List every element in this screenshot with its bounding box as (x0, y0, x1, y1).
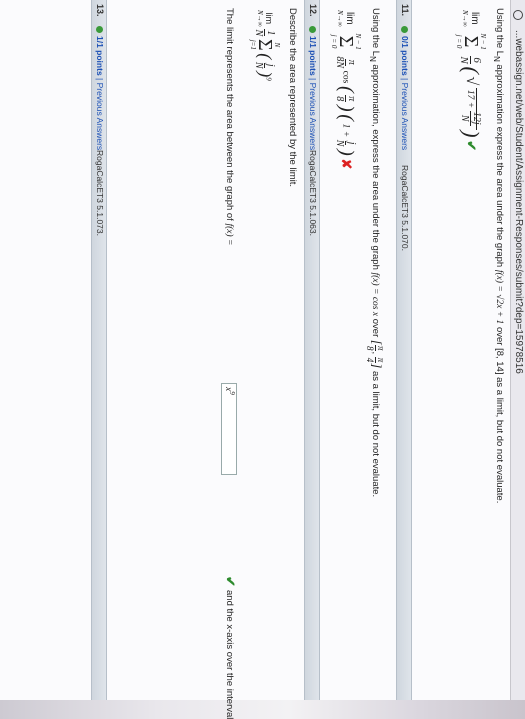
url-text[interactable]: ...webassign.net/web/Student/Assignment-… (513, 30, 524, 374)
q11-prompt: Using the LN approximation, express the … (365, 8, 386, 498)
q10-answer: lim N→∞ N − 1 Σ j = 0 6N ( √ 17 + 12j N )… (455, 10, 487, 152)
q10-function: f(x) = √2x + 1 (494, 269, 504, 325)
q10-prompt: Using the LN approximation express the a… (492, 8, 505, 504)
sigma-icon: Σ (460, 35, 482, 48)
q13-header: 13. 1/1 points | Previous Answers RogaCa… (91, 0, 107, 700)
q11-points[interactable]: 0/1 points | Previous Answers (400, 26, 410, 150)
q13-points[interactable]: 1/1 points | Previous Answers (95, 26, 105, 150)
rotated-page: ...webassign.net/web/Student/Assignment-… (0, 0, 525, 719)
q12-prompt: Describe the area represented by the lim… (287, 8, 298, 188)
fx-answer-input[interactable]: x9 (221, 383, 237, 475)
address-bar[interactable]: ...webassign.net/web/Student/Assignment-… (510, 0, 525, 700)
reload-icon[interactable] (513, 10, 523, 20)
q11-number: 11. (400, 4, 410, 17)
q11-ref: RogaCalcET3 5.1.070. (400, 165, 410, 251)
q12-limit: lim N→∞ 1N N Σ j=1 ( jN )9 (249, 10, 281, 81)
q12-header: 12. 1/1 points | Previous Answers RogaCa… (304, 0, 320, 700)
q12-statement: The limit represents the area between th… (224, 8, 235, 246)
incorrect-x-icon: ✘ (339, 158, 354, 170)
correct-check-icon: ✔ (223, 576, 238, 587)
points-dot-icon (308, 26, 316, 33)
limit-subscript: N→∞ (461, 10, 470, 27)
points-dot-icon (400, 26, 408, 33)
coef-fraction: 6N (458, 56, 484, 64)
q11-answer: lim N→∞ N − 1 Σ j = 0 π 8N cos ( π8 ) ( 1… (330, 10, 362, 170)
sum-lower: j = 0 (455, 34, 463, 49)
sigma-icon: Σ (335, 35, 357, 48)
q10-interval: [8, 14] (494, 348, 505, 375)
q11-header: 11. 0/1 points | Previous Answers RogaCa… (396, 0, 412, 700)
sigma-icon: Σ (254, 38, 276, 51)
limit-label: lim (469, 11, 481, 25)
points-dot-icon (95, 26, 103, 33)
q12-points[interactable]: 1/1 points | Previous Answers (308, 26, 318, 150)
radicand: 17 + 12j N (460, 87, 483, 131)
correct-check-icon: ✔ (464, 140, 479, 152)
